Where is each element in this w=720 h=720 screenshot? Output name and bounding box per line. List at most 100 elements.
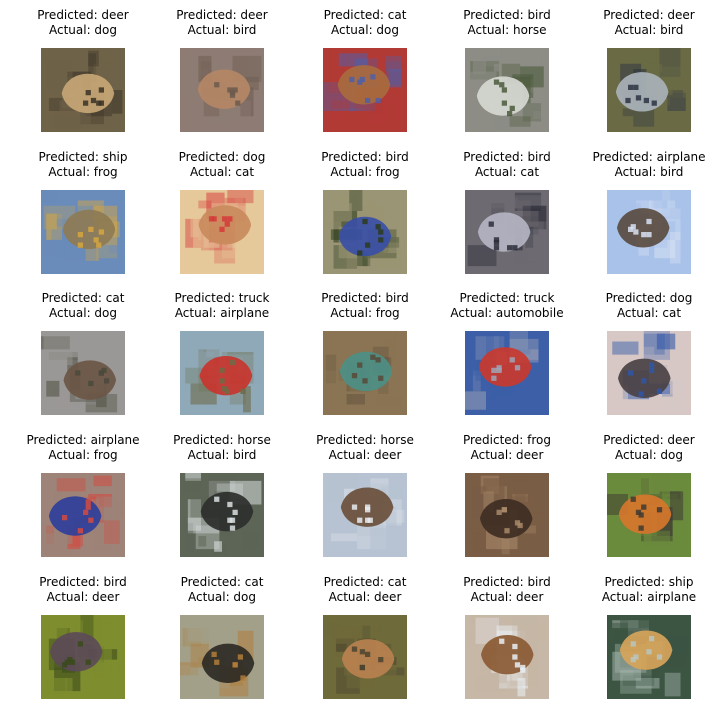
- predicted-label: Predicted: dog: [605, 291, 693, 305]
- actual-label: Actual: frog: [330, 306, 400, 320]
- prediction-caption: Predicted: ship Actual: frog: [13, 150, 153, 180]
- prediction-cell: Predicted: deer Actual: dog: [579, 433, 719, 569]
- actual-label: Actual: cat: [189, 165, 255, 179]
- predicted-label: Predicted: deer: [603, 433, 695, 447]
- prediction-cell: Predicted: deer Actual: bird: [579, 8, 719, 144]
- dog-image: [323, 48, 407, 132]
- thumbnail-image: [41, 473, 125, 557]
- thumbnail-image: [465, 473, 549, 557]
- predicted-label: Predicted: bird: [463, 8, 551, 22]
- thumbnail-image: [465, 48, 549, 132]
- frog-image: [323, 190, 407, 274]
- prediction-caption: Predicted: dog Actual: cat: [152, 150, 292, 180]
- prediction-caption: Predicted: deer Actual: dog: [13, 8, 153, 38]
- prediction-caption: Predicted: ship Actual: airplane: [579, 575, 719, 605]
- prediction-caption: Predicted: airplane Actual: frog: [13, 433, 153, 463]
- actual-label: Actual: bird: [187, 23, 257, 37]
- predicted-label: Predicted: deer: [37, 8, 129, 22]
- prediction-cell: Predicted: deer Actual: dog: [13, 8, 153, 144]
- predicted-label: Predicted: deer: [176, 8, 268, 22]
- actual-label: Actual: dog: [48, 23, 118, 37]
- frog-image: [41, 473, 125, 557]
- prediction-grid: Predicted: deer Actual: dog Predicted: dee…: [0, 0, 720, 720]
- prediction-cell: Predicted: cat Actual: deer: [295, 575, 435, 711]
- prediction-caption: Predicted: cat Actual: dog: [295, 8, 435, 38]
- predicted-label: Predicted: deer: [603, 8, 695, 22]
- bird-image: [180, 48, 264, 132]
- prediction-caption: Predicted: bird Actual: deer: [13, 575, 153, 605]
- prediction-cell: Predicted: ship Actual: frog: [13, 150, 153, 286]
- prediction-caption: Predicted: horse Actual: deer: [295, 433, 435, 463]
- prediction-cell: Predicted: bird Actual: deer: [13, 575, 153, 711]
- deer-image: [465, 473, 549, 557]
- actual-label: Actual: cat: [616, 306, 682, 320]
- deer-image: [323, 615, 407, 699]
- actual-label: Actual: frog: [48, 165, 118, 179]
- actual-label: Actual: deer: [470, 448, 544, 462]
- dog-image: [41, 48, 125, 132]
- airplane-image: [180, 331, 264, 415]
- prediction-caption: Predicted: cat Actual: deer: [295, 575, 435, 605]
- prediction-cell: Predicted: bird Actual: horse: [437, 8, 577, 144]
- actual-label: Actual: bird: [187, 448, 257, 462]
- prediction-cell: Predicted: truck Actual: airplane: [152, 291, 292, 427]
- predicted-label: Predicted: airplane: [592, 150, 706, 164]
- predicted-label: Predicted: ship: [38, 150, 128, 164]
- prediction-caption: Predicted: cat Actual: dog: [13, 291, 153, 321]
- prediction-caption: Predicted: truck Actual: airplane: [152, 291, 292, 321]
- thumbnail-image: [323, 473, 407, 557]
- actual-label: Actual: horse: [467, 23, 547, 37]
- prediction-caption: Predicted: bird Actual: frog: [295, 291, 435, 321]
- thumbnail-image: [607, 473, 691, 557]
- predicted-label: Predicted: bird: [39, 575, 127, 589]
- cat-image: [180, 190, 264, 274]
- prediction-cell: Predicted: airplane Actual: frog: [13, 433, 153, 569]
- prediction-caption: Predicted: frog Actual: deer: [437, 433, 577, 463]
- deer-image: [465, 615, 549, 699]
- thumbnail-image: [41, 615, 125, 699]
- actual-label: Actual: deer: [328, 590, 402, 604]
- prediction-cell: Predicted: truck Actual: automobile: [437, 291, 577, 427]
- thumbnail-image: [41, 331, 125, 415]
- cat-image: [465, 190, 549, 274]
- prediction-caption: Predicted: dog Actual: cat: [579, 291, 719, 321]
- thumbnail-image: [180, 48, 264, 132]
- actual-label: Actual: bird: [614, 23, 684, 37]
- frog-image: [323, 331, 407, 415]
- automobile-image: [465, 331, 549, 415]
- prediction-cell: Predicted: ship Actual: airplane: [579, 575, 719, 711]
- predicted-label: Predicted: bird: [321, 150, 409, 164]
- thumbnail-image: [180, 331, 264, 415]
- prediction-cell: Predicted: bird Actual: frog: [295, 291, 435, 427]
- prediction-caption: Predicted: truck Actual: automobile: [437, 291, 577, 321]
- bird-image: [607, 190, 691, 274]
- cat-image: [607, 331, 691, 415]
- prediction-cell: Predicted: bird Actual: deer: [437, 575, 577, 711]
- thumbnail-image: [607, 331, 691, 415]
- actual-label: Actual: bird: [614, 165, 684, 179]
- thumbnail-image: [323, 48, 407, 132]
- dog-image: [180, 615, 264, 699]
- thumbnail-image: [607, 615, 691, 699]
- predicted-label: Predicted: truck: [459, 291, 555, 305]
- prediction-cell: Predicted: deer Actual: bird: [152, 8, 292, 144]
- actual-label: Actual: airplane: [174, 306, 270, 320]
- prediction-cell: Predicted: cat Actual: dog: [13, 291, 153, 427]
- prediction-cell: Predicted: cat Actual: dog: [295, 8, 435, 144]
- actual-label: Actual: airplane: [601, 590, 697, 604]
- dog-image: [607, 473, 691, 557]
- prediction-cell: Predicted: bird Actual: cat: [437, 150, 577, 286]
- actual-label: Actual: deer: [470, 590, 544, 604]
- airplane-image: [607, 615, 691, 699]
- predicted-label: Predicted: ship: [604, 575, 694, 589]
- actual-label: Actual: dog: [614, 448, 684, 462]
- thumbnail-image: [180, 473, 264, 557]
- actual-label: Actual: automobile: [450, 306, 564, 320]
- bird-image: [607, 48, 691, 132]
- thumbnail-image: [180, 190, 264, 274]
- predicted-label: Predicted: dog: [178, 150, 266, 164]
- prediction-caption: Predicted: deer Actual: bird: [579, 8, 719, 38]
- actual-label: Actual: dog: [48, 306, 118, 320]
- dog-image: [41, 331, 125, 415]
- prediction-caption: Predicted: bird Actual: frog: [295, 150, 435, 180]
